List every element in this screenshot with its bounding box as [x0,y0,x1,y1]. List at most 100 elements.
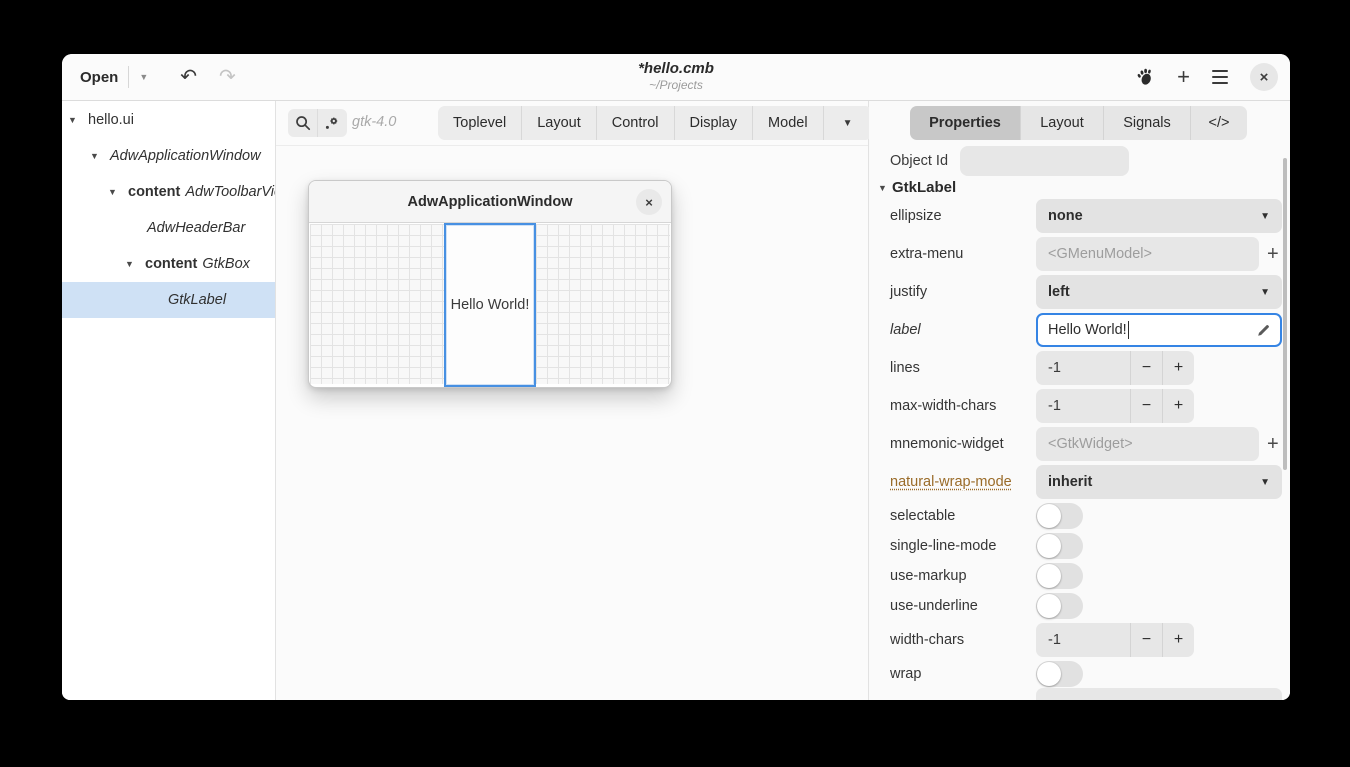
property-row-justify: justify left ▼ [869,273,1290,311]
expander-icon[interactable]: ▼ [878,183,892,193]
property-name: max-width-chars [890,398,1036,414]
tab-properties[interactable]: Properties [910,106,1021,140]
tab-layout[interactable]: Layout [1021,106,1104,140]
tree-row-adwheaderbar[interactable]: AdwHeaderBar [62,210,275,246]
gnome-foot-icon[interactable] [1135,67,1155,87]
preview-close-button[interactable]: × [636,189,662,215]
use-underline-toggle[interactable] [1036,593,1083,619]
toggle-knob [1037,662,1061,686]
decrement-button[interactable]: − [1130,389,1162,423]
tree-label: GtkBox [202,256,250,272]
tree-row-content-gtkbox[interactable]: ▼ content GtkBox [62,246,275,282]
toggle-knob [1037,564,1061,588]
tree-row-gtklabel[interactable]: GtkLabel [62,282,275,318]
property-row-wrap: wrap [869,659,1290,689]
property-row-width-chars: width-chars -1 − + [869,621,1290,659]
increment-button[interactable]: + [1162,623,1194,657]
tab-display[interactable]: Display [675,106,754,140]
object-id-input[interactable] [960,146,1129,176]
expander-icon[interactable]: ▼ [90,151,110,161]
property-name: use-underline [890,598,1036,614]
tab-signals[interactable]: Signals [1104,106,1191,140]
inspector-panel: Properties Layout Signals </> Object Id … [869,101,1290,700]
dropdown-value: left [1048,284,1070,300]
window-title-block: *hello.cmb ~/Projects [62,60,1290,92]
chevron-down-icon: ▼ [1260,287,1270,298]
increment-button[interactable]: + [1162,351,1194,385]
inspector-scrollbar[interactable] [1283,158,1287,470]
menu-icon[interactable] [1212,70,1228,84]
placeholder-grid-right[interactable] [536,224,670,384]
natural-wrap-mode-dropdown[interactable]: inherit ▼ [1036,465,1282,499]
property-name: selectable [890,508,1036,524]
increment-button[interactable]: + [1162,389,1194,423]
property-name: wrap [890,666,1036,682]
add-reference-icon[interactable]: + [1267,433,1279,456]
tab-model[interactable]: Model [753,106,824,140]
headerbar-right: + × [1135,63,1278,91]
tab-control[interactable]: Control [597,106,675,140]
tree-label: AdwToolbarView [185,184,275,200]
property-name: label [890,322,1036,338]
label-entry[interactable]: Hello World! [1036,313,1282,347]
open-button[interactable]: Open [74,69,128,86]
justify-dropdown[interactable]: left ▼ [1036,275,1282,309]
workspace-toolbar: gtk-4.0 Toplevel Layout Control Display … [276,101,868,146]
desktop-background: Open ▼ ↶ ↷ *hello.cmb ~/Projects [0,0,1350,767]
ellipsize-dropdown[interactable]: none ▼ [1036,199,1282,233]
search-icon[interactable] [288,109,317,137]
selected-gtklabel-widget[interactable]: Hello World! [444,223,536,387]
gear-icon[interactable] [318,109,347,137]
preview-headerbar[interactable]: AdwApplicationWindow × [309,181,671,223]
dropdown-value: inherit [1048,474,1092,490]
toggle-knob [1037,504,1061,528]
use-markup-toggle[interactable] [1036,563,1083,589]
expander-icon[interactable]: ▼ [108,187,128,197]
window-close-button[interactable]: × [1250,63,1278,91]
toggle-knob [1037,534,1061,558]
tree-row-content-adwtoolbarview[interactable]: ▼ content AdwToolbarView [62,174,275,210]
add-reference-icon[interactable]: + [1267,243,1279,266]
tree-row-hello-ui[interactable]: ▼ hello.ui [62,102,275,138]
spin-value[interactable]: -1 [1036,623,1130,657]
decrement-button[interactable]: − [1130,623,1162,657]
tree-prefix: content [145,256,197,272]
single-line-mode-toggle[interactable] [1036,533,1083,559]
selectable-toggle[interactable] [1036,503,1083,529]
wrap-toggle[interactable] [1036,661,1083,687]
widget-category-tabs: Toplevel Layout Control Display Model ▼ [438,106,872,140]
add-project-icon[interactable]: + [1177,67,1190,87]
expander-icon[interactable]: ▼ [68,115,88,125]
mnemonic-widget-field[interactable]: <GtkWidget> [1036,427,1259,461]
property-row-mnemonic-widget: mnemonic-widget <GtkWidget> + [869,425,1290,463]
decrement-button[interactable]: − [1130,351,1162,385]
more-categories-arrow-icon[interactable]: ▼ [824,106,872,140]
object-id-row: Object Id [890,146,1129,176]
tab-toplevel[interactable]: Toplevel [438,106,522,140]
redo-icon[interactable]: ↷ [219,67,236,87]
gtklabel-expander[interactable]: ▼ GtkLabel [878,179,956,196]
tree-row-adwapplicationwindow[interactable]: ▼ AdwApplicationWindow [62,138,275,174]
placeholder-grid-left[interactable] [310,224,444,384]
spin-value[interactable]: -1 [1036,389,1130,423]
preview-adwapplicationwindow[interactable]: AdwApplicationWindow × Hello World! [308,180,672,388]
text-cursor [1128,321,1129,339]
tab-layout[interactable]: Layout [522,106,597,140]
search-input[interactable]: gtk-4.0 [352,114,396,130]
main-content: ▼ hello.ui ▼ AdwApplicationWindow ▼ cont… [62,101,1290,700]
open-split-button[interactable]: Open ▼ [74,60,158,94]
tab-code[interactable]: </> [1191,106,1247,140]
cambalache-window: Open ▼ ↶ ↷ *hello.cmb ~/Projects [62,54,1290,700]
design-canvas[interactable]: AdwApplicationWindow × Hello World! [276,146,868,700]
chevron-down-icon: ▼ [1260,477,1270,488]
edit-pencil-icon[interactable] [1256,323,1271,338]
tree-prefix: content [128,184,180,200]
extra-menu-field[interactable]: <GMenuModel> [1036,237,1259,271]
window-subtitle: ~/Projects [62,78,1290,92]
expander-icon[interactable]: ▼ [125,259,145,269]
open-menu-arrow-icon[interactable]: ▼ [129,72,158,82]
property-row-lines: lines -1 − + [869,349,1290,387]
undo-icon[interactable]: ↶ [180,67,197,87]
spin-value[interactable]: -1 [1036,351,1130,385]
preview-body: Hello World! [309,223,671,387]
